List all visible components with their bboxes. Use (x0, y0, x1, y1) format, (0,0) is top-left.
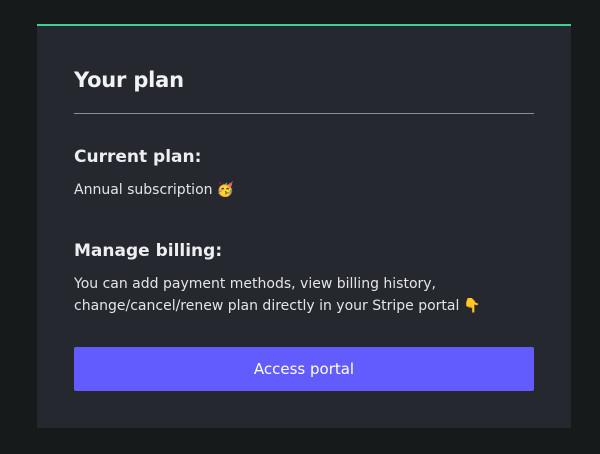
manage-billing-heading: Manage billing: (74, 241, 223, 261)
title-divider (74, 113, 534, 114)
party-face-icon: 🥳 (216, 182, 234, 198)
card-title: Your plan (74, 68, 184, 92)
manage-billing-text: You can add payment methods, view billin… (74, 273, 514, 317)
manage-billing-description: You can add payment methods, view billin… (74, 276, 460, 314)
current-plan-text: Annual subscription 🥳 (74, 179, 234, 201)
access-portal-button[interactable]: Access portal (74, 347, 534, 391)
pointing-down-icon: 👇 (463, 298, 481, 314)
plan-card: Your plan Current plan: Annual subscript… (37, 24, 571, 428)
current-plan-heading: Current plan: (74, 147, 202, 167)
current-plan-value: Annual subscription (74, 182, 213, 198)
